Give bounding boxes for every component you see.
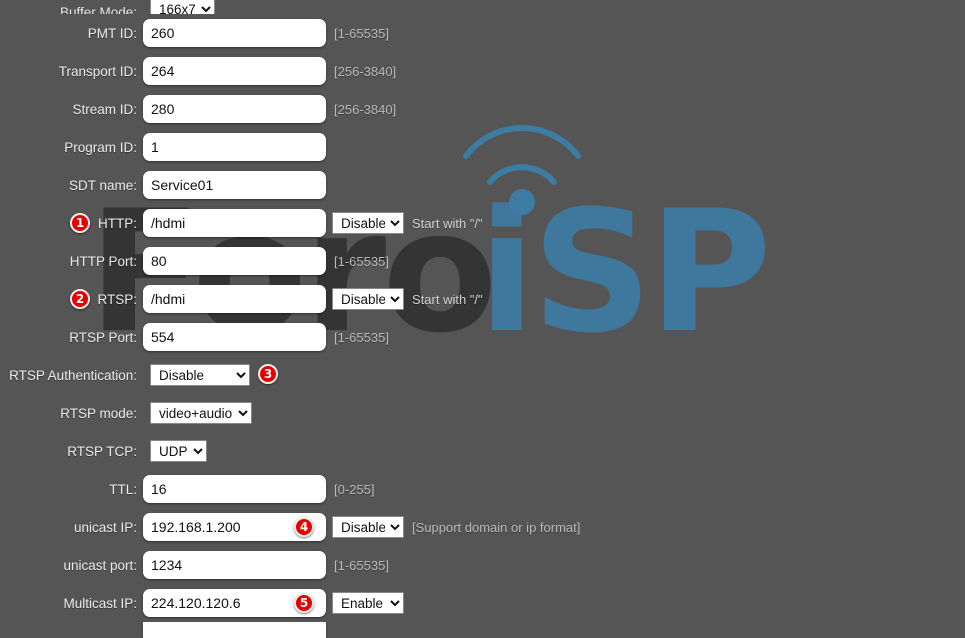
- form-row-unicast-port: unicast port: [1-65535]: [0, 546, 965, 584]
- select-rtsp-authentication[interactable]: DisableEnable: [150, 364, 250, 386]
- hint-stream-id: [256-3840]: [334, 101, 397, 117]
- form-row-transport-id: Transport ID: [256-3840]: [0, 52, 965, 90]
- label-http-port: HTTP Port:: [69, 253, 137, 269]
- select-multicast-ip[interactable]: DisableEnable: [332, 592, 404, 614]
- input-next-row-clipped[interactable]: [143, 622, 326, 638]
- step-badge-4: 4: [294, 517, 314, 537]
- input-rtsp[interactable]: [143, 285, 326, 313]
- control-program-id: [143, 133, 326, 161]
- hint-unicast-port: [1-65535]: [334, 557, 389, 573]
- form-row-buffer-mode: Buffer Mode: 166x7: [0, 0, 965, 14]
- form-row-http: HTTP:DisableEnableStart with "/"1: [0, 204, 965, 242]
- select-rtsp-tcp[interactable]: UDPTCP: [150, 440, 207, 462]
- label-rtsp-port: RTSP Port:: [69, 329, 137, 345]
- select-rtsp[interactable]: DisableEnable: [332, 288, 404, 310]
- label-rtsp-tcp: RTSP TCP:: [67, 443, 137, 459]
- control-transport-id: [256-3840]: [143, 57, 396, 85]
- label-unicast-ip: unicast IP:: [73, 519, 137, 535]
- step-badge-1: 1: [70, 213, 90, 233]
- label-buffer-mode: Buffer Mode:: [59, 5, 137, 14]
- label-rtsp-authentication: RTSP Authentication:: [9, 367, 137, 383]
- control-rtsp-port: [1-65535]: [143, 323, 389, 351]
- form-row-program-id: Program ID:: [0, 128, 965, 166]
- label-multicast-ip: Multicast IP:: [63, 595, 137, 611]
- control-rtsp-mode: video+audiovideoaudio: [143, 402, 252, 424]
- control-next-row-clipped: [143, 622, 326, 638]
- control-sdt-name: [143, 171, 326, 199]
- control-rtsp-authentication: DisableEnable: [143, 364, 250, 386]
- hint-pmt-id: [1-65535]: [334, 25, 389, 41]
- form-row-http-port: HTTP Port: [1-65535]: [0, 242, 965, 280]
- select-http[interactable]: DisableEnable: [332, 212, 404, 234]
- control-http: DisableEnable Start with "/": [143, 209, 483, 237]
- control-buffer-mode: 166x7: [143, 0, 215, 14]
- input-stream-id[interactable]: [143, 95, 326, 123]
- hint-ttl: [0-255]: [334, 481, 375, 497]
- control-stream-id: [256-3840]: [143, 95, 396, 123]
- form-row-sdt-name: SDT name:: [0, 166, 965, 204]
- control-rtsp-tcp: UDPTCP: [143, 440, 207, 462]
- form-row-rtsp-tcp: RTSP TCP: UDPTCP: [0, 432, 965, 470]
- label-ttl: TTL:: [109, 481, 137, 497]
- label-unicast-port: unicast port:: [63, 557, 137, 573]
- control-pmt-id: [1-65535]: [143, 19, 389, 47]
- form-row-ttl: TTL: [0-255]: [0, 470, 965, 508]
- step-badge-5: 5: [294, 593, 314, 613]
- step-badge-3: 3: [258, 364, 278, 384]
- input-rtsp-port[interactable]: [143, 323, 326, 351]
- form-row-rtsp: RTSP:DisableEnableStart with "/"2: [0, 280, 965, 318]
- select-unicast-ip[interactable]: DisableEnable: [332, 516, 404, 538]
- input-unicast-port[interactable]: [143, 551, 326, 579]
- select-buffer-mode[interactable]: 166x7: [150, 0, 215, 14]
- form-row-stream-id: Stream ID: [256-3840]: [0, 90, 965, 128]
- hint-http: Start with "/": [412, 215, 483, 231]
- input-transport-id[interactable]: [143, 57, 326, 85]
- control-rtsp: DisableEnable Start with "/": [143, 285, 483, 313]
- input-pmt-id[interactable]: [143, 19, 326, 47]
- form-row-multicast-ip: Multicast IP: DisableEnable 5: [0, 584, 965, 622]
- label-program-id: Program ID:: [64, 139, 137, 155]
- control-unicast-port: [1-65535]: [143, 551, 389, 579]
- input-program-id[interactable]: [143, 133, 326, 161]
- form-row-next-row-clipped: [0, 622, 965, 638]
- step-badge-2: 2: [70, 289, 90, 309]
- label-pmt-id: PMT ID:: [87, 25, 137, 41]
- hint-http-port: [1-65535]: [334, 253, 389, 269]
- control-ttl: [0-255]: [143, 475, 374, 503]
- form-row-rtsp-mode: RTSP mode: video+audiovideoaudio: [0, 394, 965, 432]
- control-multicast-ip: DisableEnable: [143, 589, 404, 617]
- form-row-rtsp-authentication: RTSP Authentication: DisableEnable 3: [0, 356, 965, 394]
- input-http-port[interactable]: [143, 247, 326, 275]
- hint-rtsp: Start with "/": [412, 291, 483, 307]
- hint-transport-id: [256-3840]: [334, 63, 397, 79]
- select-rtsp-mode[interactable]: video+audiovideoaudio: [150, 402, 252, 424]
- settings-form: Buffer Mode: 166x7 PMT ID: [1-65535] Transpo…: [0, 0, 965, 638]
- form-row-rtsp-port: RTSP Port: [1-65535]: [0, 318, 965, 356]
- form-row-pmt-id: PMT ID: [1-65535]: [0, 14, 965, 52]
- label-stream-id: Stream ID:: [72, 101, 137, 117]
- input-ttl[interactable]: [143, 475, 326, 503]
- input-sdt-name[interactable]: [143, 171, 326, 199]
- input-http[interactable]: [143, 209, 326, 237]
- form-row-unicast-ip: unicast IP: DisableEnable [Support domain …: [0, 508, 965, 546]
- label-rtsp-mode: RTSP mode:: [60, 405, 137, 421]
- label-transport-id: Transport ID:: [58, 63, 137, 79]
- hint-rtsp-port: [1-65535]: [334, 329, 389, 345]
- control-unicast-ip: DisableEnable [Support domain or ip forma…: [143, 513, 580, 541]
- label-sdt-name: SDT name:: [68, 177, 137, 193]
- hint-unicast-ip: [Support domain or ip format]: [412, 519, 581, 535]
- control-http-port: [1-65535]: [143, 247, 389, 275]
